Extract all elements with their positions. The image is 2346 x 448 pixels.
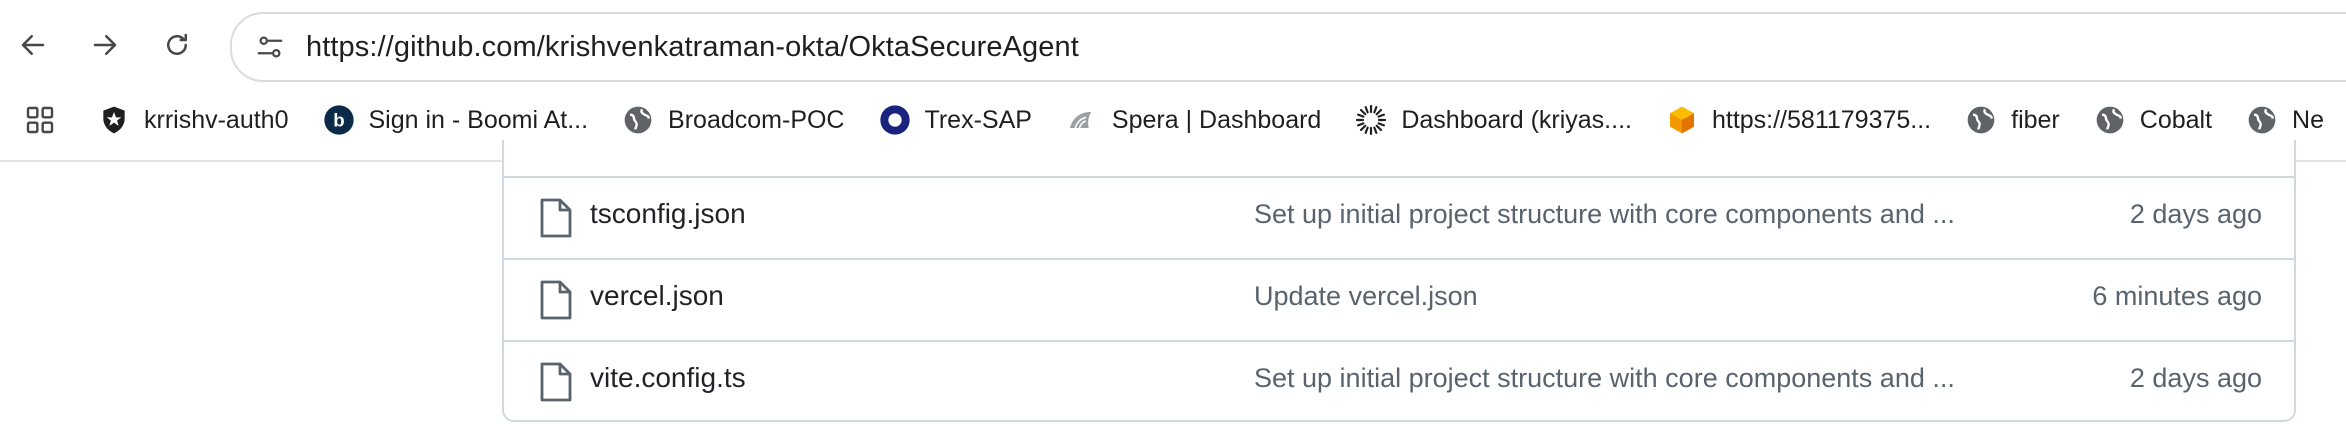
bookmark-https-581179375[interactable]: https://581179375... [1666,98,1931,142]
bookmark-spera-dashboard[interactable]: Spera | Dashboard [1066,98,1321,142]
bookmark-boomi[interactable]: b Sign in - Boomi At... [323,98,589,142]
file-name-link[interactable]: tsconfig.json [590,198,746,230]
bookmark-label: fiber [2011,105,2060,134]
shield-icon [98,104,130,136]
apps-button[interactable] [24,100,56,140]
bookmark-fiber[interactable]: fiber [1965,98,2060,142]
commit-date: 2 days ago [2129,363,2262,393]
bookmark-label: Dashboard (kriyas.... [1401,105,1632,134]
commit-date: 6 minutes ago [2092,281,2262,311]
arrow-left-icon [21,35,45,55]
commit-message-link[interactable]: Update vercel.json [1254,281,1478,312]
file-name-link[interactable]: vite.config.ts [590,362,746,394]
bookmark-krrishv-auth0[interactable]: krrishv-auth0 [98,98,289,142]
reload-icon [167,33,187,55]
tune-icon [257,36,283,58]
arrow-right-icon [93,35,117,55]
cube-icon [1666,104,1698,136]
file-icon [540,362,572,402]
commit-message-link[interactable]: Set up initial project structure with co… [1254,199,1955,230]
bookmark-label: Cobalt [2139,105,2213,134]
bookmark-label: https://581179375... [1711,105,1932,134]
globe-icon [2094,104,2126,136]
bookmark-label: Sign in - Boomi At... [368,105,589,134]
site-info-button[interactable] [250,27,290,67]
back-button[interactable] [10,22,56,68]
table-row[interactable]: vite.config.ts Set up initial project st… [504,340,2294,422]
globe-icon [2246,104,2278,136]
bookmark-label: Ne [2292,105,2324,134]
globe-icon [1965,104,1997,136]
reload-button[interactable] [154,22,200,68]
svg-text:b: b [333,110,344,131]
bookmark-ne[interactable]: Ne [2246,98,2324,142]
bookmark-label: Broadcom-POC [668,105,845,134]
boomi-b-icon: b [323,104,355,136]
table-row[interactable]: vercel.json Update vercel.json 6 minutes… [504,258,2294,340]
url-text[interactable]: https://github.com/krishvenkatraman-okta… [306,31,1079,64]
forward-button[interactable] [82,22,128,68]
file-name-link[interactable]: vercel.json [590,280,724,312]
browser-toolbar: https://github.com/krishvenkatraman-okta… [0,0,2346,162]
globe-icon [622,104,654,136]
bookmark-broadcom-poc[interactable]: Broadcom-POC [622,98,845,142]
bookmark-label: krrishv-auth0 [144,105,289,134]
sunburst-icon [1355,104,1387,136]
bookmarks-bar: krrishv-auth0 b Sign in - Boomi At... Br… [0,96,2346,144]
file-list: tsconfig.json Set up initial project str… [502,140,2296,422]
address-bar[interactable]: https://github.com/krishvenkatraman-okta… [230,12,2346,82]
file-icon [540,280,572,320]
commit-date: 2 days ago [2129,199,2262,229]
bookmark-label: Trex-SAP [924,105,1032,134]
bookmark-cobalt[interactable]: Cobalt [2094,98,2212,142]
bookmark-trex-sap[interactable]: Trex-SAP [879,98,1032,142]
table-row[interactable]: tsconfig.json Set up initial project str… [504,176,2294,258]
spera-icon [1066,104,1098,136]
commit-message-link[interactable]: Set up initial project structure with co… [1254,363,1955,394]
bookmark-label: Spera | Dashboard [1111,105,1322,134]
file-icon [540,198,572,238]
okta-ring-icon [879,104,911,136]
apps-grid-icon [26,106,54,134]
bookmark-dashboard-kriyas[interactable]: Dashboard (kriyas.... [1355,98,1632,142]
